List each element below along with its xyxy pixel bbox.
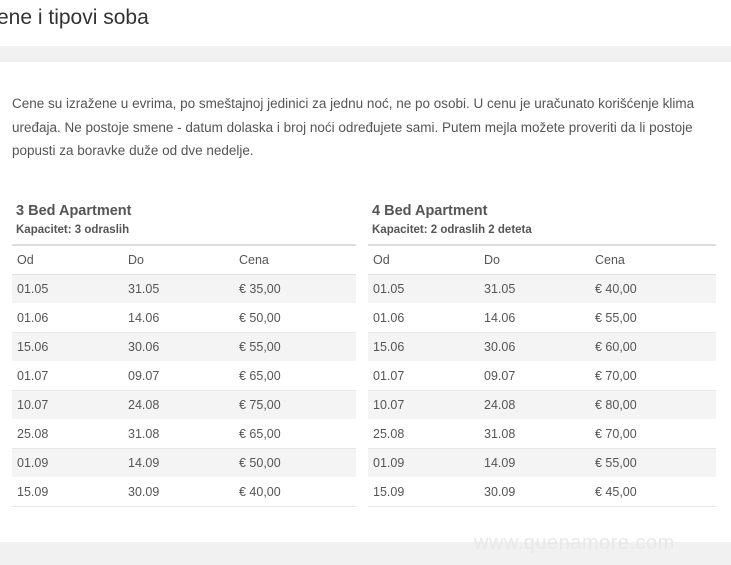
cell-price: € 50,00: [234, 448, 356, 478]
cell-price: € 70,00: [590, 361, 716, 391]
column-header-od: Od: [12, 244, 123, 275]
cell-from-date: 01.05: [12, 274, 123, 304]
cell-price: € 35,00: [234, 274, 356, 304]
room-capacity: Kapacitet: 3 odraslih: [16, 224, 130, 236]
table-row: 10.07 24.08 € 75,00: [12, 390, 356, 420]
cell-to-date: 14.06: [479, 303, 590, 333]
cell-price: € 50,00: [234, 303, 356, 333]
cell-to-date: 30.09: [123, 477, 234, 507]
table-row: 15.06 30.06 € 60,00: [368, 332, 716, 362]
room-name: 4 Bed Apartment: [372, 203, 488, 219]
column-header-cena: Cena: [590, 244, 716, 275]
cell-to-date: 30.06: [123, 332, 234, 362]
cell-to-date: 31.08: [123, 419, 234, 449]
cell-price: € 65,00: [234, 419, 356, 449]
cell-price: € 75,00: [234, 390, 356, 420]
cell-price: € 40,00: [590, 274, 716, 304]
cell-to-date: 31.08: [479, 419, 590, 449]
cell-price: € 55,00: [590, 303, 716, 333]
cell-from-date: 01.07: [368, 361, 479, 391]
cell-price: € 70,00: [590, 419, 716, 449]
table-row: 10.07 24.08 € 80,00: [368, 390, 716, 420]
cell-to-date: 30.09: [479, 477, 590, 507]
cell-from-date: 15.06: [368, 332, 479, 362]
cell-to-date: 09.07: [479, 361, 590, 391]
cell-price: € 40,00: [234, 477, 356, 507]
cell-to-date: 14.09: [123, 448, 234, 478]
cell-from-date: 01.05: [368, 274, 479, 304]
cell-from-date: 25.08: [12, 419, 123, 449]
intro-paragraph: Cene su izražene u evrima, po smeštajnoj…: [12, 96, 695, 158]
cell-to-date: 31.05: [123, 274, 234, 304]
intro-text: Cene su izražene u evrima, po smeštajnoj…: [12, 92, 727, 163]
room-card-4-bed: 4 Bed Apartment Kapacitet: 2 odraslih 2 …: [368, 200, 716, 507]
table-row: 25.08 31.08 € 70,00: [368, 419, 716, 449]
cell-price: € 45,00: [590, 477, 716, 507]
cell-from-date: 01.06: [12, 303, 123, 333]
cell-from-date: 01.09: [12, 448, 123, 478]
cell-from-date: 15.06: [12, 332, 123, 362]
room-name: 3 Bed Apartment: [16, 203, 132, 219]
cell-from-date: 15.09: [12, 477, 123, 507]
cell-to-date: 30.06: [479, 332, 590, 362]
table-row: 15.09 30.09 € 40,00: [12, 477, 356, 507]
table-row: 25.08 31.08 € 65,00: [12, 419, 356, 449]
cell-price: € 55,00: [590, 448, 716, 478]
cell-to-date: 24.08: [479, 390, 590, 420]
table-header-row: Od Do Cena: [368, 244, 716, 275]
watermark-logo: www.quenamore.com: [474, 532, 675, 554]
section-divider-top: [0, 46, 731, 62]
column-header-cena: Cena: [234, 244, 356, 275]
column-header-do: Do: [123, 244, 234, 275]
cell-price: € 80,00: [590, 390, 716, 420]
room-capacity: Kapacitet: 2 odraslih 2 deteta: [372, 224, 532, 236]
table-row: 01.09 14.09 € 55,00: [368, 448, 716, 478]
cell-to-date: 09.07: [123, 361, 234, 391]
cell-to-date: 31.05: [479, 274, 590, 304]
table-row: 01.07 09.07 € 65,00: [12, 361, 356, 391]
room-card-3-bed: 3 Bed Apartment Kapacitet: 3 odraslih Od…: [12, 200, 356, 507]
cell-from-date: 15.09: [368, 477, 479, 507]
table-row: 01.06 14.06 € 55,00: [368, 303, 716, 333]
cell-from-date: 01.09: [368, 448, 479, 478]
cell-to-date: 14.06: [123, 303, 234, 333]
cell-from-date: 01.07: [12, 361, 123, 391]
cell-price: € 65,00: [234, 361, 356, 391]
cell-price: € 60,00: [590, 332, 716, 362]
cell-from-date: 10.07: [12, 390, 123, 420]
table-row: 15.06 30.06 € 55,00: [12, 332, 356, 362]
cell-price: € 55,00: [234, 332, 356, 362]
cell-from-date: 10.07: [368, 390, 479, 420]
cell-to-date: 14.09: [479, 448, 590, 478]
column-header-od: Od: [368, 244, 479, 275]
page-title: ene i tipovi soba: [0, 6, 149, 29]
cell-from-date: 01.06: [368, 303, 479, 333]
table-row: 01.07 09.07 € 70,00: [368, 361, 716, 391]
column-header-do: Do: [479, 244, 590, 275]
table-row: 15.09 30.09 € 45,00: [368, 477, 716, 507]
table-header-row: Od Do Cena: [12, 244, 356, 275]
table-row: 01.05 31.05 € 35,00: [12, 274, 356, 304]
table-row: 01.05 31.05 € 40,00: [368, 274, 716, 304]
price-table: Od Do Cena 01.05 31.05 € 40,00 01.06 14.06 € …: [368, 244, 716, 507]
cell-from-date: 25.08: [368, 419, 479, 449]
table-row: 01.09 14.09 € 50,00: [12, 448, 356, 478]
table-row: 01.06 14.06 € 50,00: [12, 303, 356, 333]
cell-to-date: 24.08: [123, 390, 234, 420]
price-table: Od Do Cena 01.05 31.05 € 35,00 01.06 14.06 € …: [12, 244, 356, 507]
